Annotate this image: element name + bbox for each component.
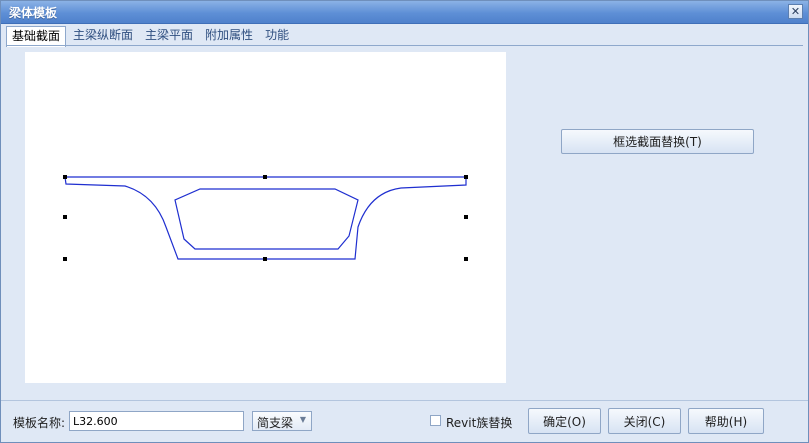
window-title: 梁体模板 (9, 6, 58, 20)
ok-button[interactable]: 确定(O) (528, 408, 601, 434)
handle[interactable] (464, 215, 468, 219)
template-name-input[interactable] (69, 411, 244, 431)
handle[interactable] (464, 257, 468, 261)
revit-replace-label[interactable]: Revit族替换 (446, 414, 512, 431)
close-button[interactable]: 关闭(C) (608, 408, 681, 434)
tab-basic-section[interactable]: 基础截面 (6, 26, 67, 47)
handle[interactable] (263, 257, 267, 261)
beam-type-value: 简支梁 (257, 416, 294, 430)
title-bar[interactable]: 梁体模板 ✕ (1, 1, 808, 24)
tab-strip: 基础截面 主梁纵断面 主梁平面 附加属性 功能 (6, 26, 294, 47)
revit-replace-checkbox[interactable] (430, 415, 441, 426)
box-girder-section (63, 175, 468, 261)
tab-additional-properties[interactable]: 附加属性 (200, 26, 258, 45)
handle[interactable] (63, 215, 67, 219)
box-select-replace-button[interactable]: 框选截面替换(T) (561, 129, 754, 154)
footer-divider (1, 400, 808, 401)
help-button[interactable]: 帮助(H) (688, 408, 764, 434)
tab-girder-longitudinal[interactable]: 主梁纵断面 (68, 26, 138, 45)
section-preview-canvas[interactable] (25, 52, 506, 383)
handle[interactable] (464, 175, 468, 179)
tab-divider (6, 45, 803, 46)
tab-girder-plan[interactable]: 主梁平面 (140, 26, 198, 45)
section-inner-cell (174, 188, 359, 250)
chevron-down-icon: ▼ (299, 415, 306, 424)
tab-functions[interactable]: 功能 (260, 26, 294, 45)
handle[interactable] (263, 175, 267, 179)
handle[interactable] (63, 257, 67, 261)
beam-template-dialog: 梁体模板 ✕ 基础截面 主梁纵断面 主梁平面 附加属性 功能 框选截面替换(T)… (0, 0, 809, 443)
beam-type-select[interactable]: 简支梁 ▼ (252, 411, 312, 431)
close-icon[interactable]: ✕ (788, 4, 803, 19)
handle[interactable] (63, 175, 67, 179)
template-name-label: 模板名称: (13, 416, 66, 430)
